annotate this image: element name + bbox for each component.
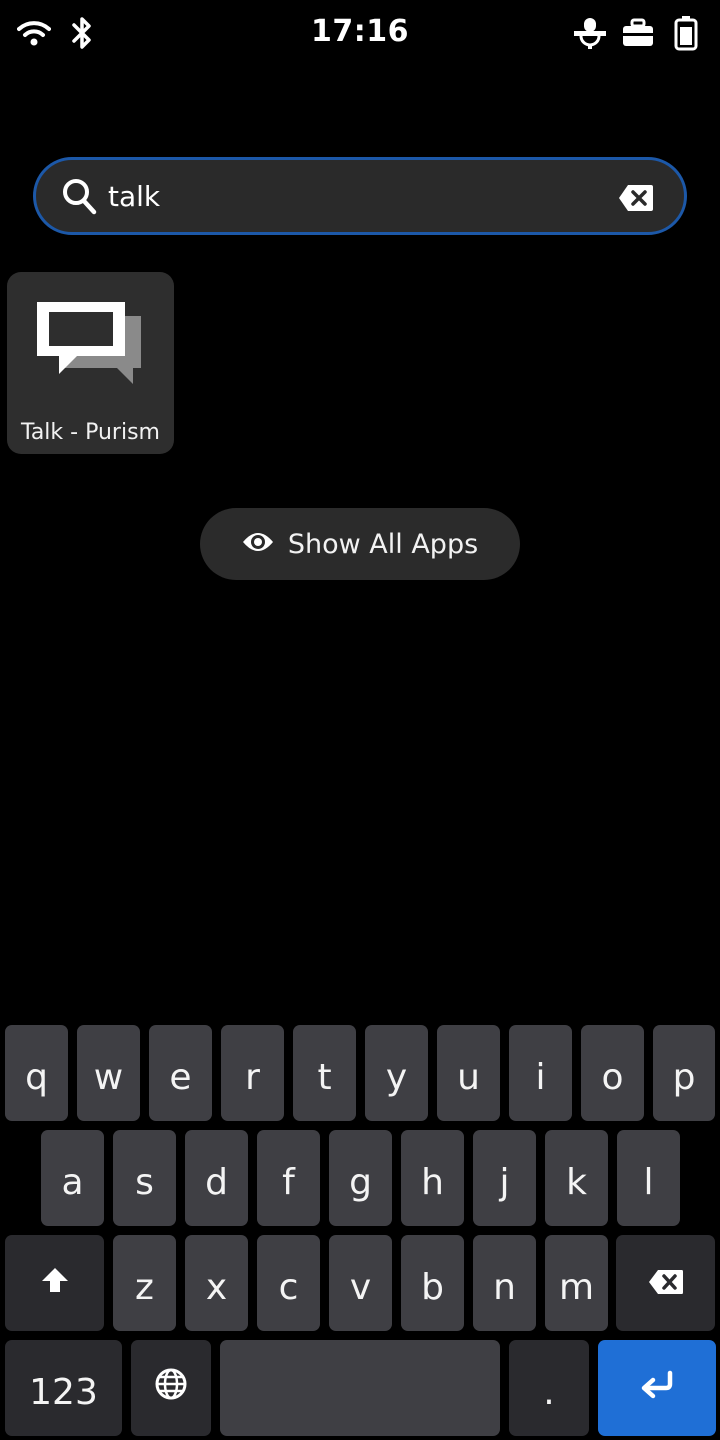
clock: 17:16	[311, 14, 409, 49]
key-c[interactable]: c	[257, 1235, 320, 1331]
key-a[interactable]: a	[41, 1130, 104, 1226]
key-t[interactable]: t	[293, 1025, 356, 1121]
enter-key[interactable]	[598, 1340, 716, 1436]
clear-search-icon[interactable]	[618, 184, 654, 212]
key-d[interactable]: d	[185, 1130, 248, 1226]
key-q[interactable]: q	[5, 1025, 68, 1121]
key-o[interactable]: o	[581, 1025, 644, 1121]
space-key[interactable]	[220, 1340, 500, 1436]
key-y[interactable]: y	[365, 1025, 428, 1121]
key-l[interactable]: l	[617, 1130, 680, 1226]
search-icon	[62, 178, 98, 220]
work-case-icon	[620, 14, 656, 52]
key-g[interactable]: g	[329, 1130, 392, 1226]
backspace-key[interactable]	[616, 1235, 715, 1331]
shift-arrow-icon	[40, 1263, 70, 1304]
period-key[interactable]: .	[509, 1340, 589, 1436]
key-v[interactable]: v	[329, 1235, 392, 1331]
key-e[interactable]: e	[149, 1025, 212, 1121]
globe-icon	[154, 1367, 188, 1410]
key-p[interactable]: p	[653, 1025, 715, 1121]
key-s[interactable]: s	[113, 1130, 176, 1226]
key-z[interactable]: z	[113, 1235, 176, 1331]
key-f[interactable]: f	[257, 1130, 320, 1226]
shift-key[interactable]	[5, 1235, 104, 1331]
status-bar: 17:16	[0, 0, 720, 68]
key-b[interactable]: b	[401, 1235, 464, 1331]
show-all-apps-label: Show All Apps	[287, 528, 479, 560]
key-x[interactable]: x	[185, 1235, 248, 1331]
key-k[interactable]: k	[545, 1130, 608, 1226]
eye-icon	[242, 529, 274, 559]
key-j[interactable]: j	[473, 1130, 536, 1226]
battery-icon	[672, 14, 700, 52]
app-label: Talk - Purism	[21, 420, 160, 445]
search-bar[interactable]	[33, 157, 687, 235]
app-tile-talk-purism[interactable]: Talk - Purism	[7, 272, 174, 454]
key-r[interactable]: r	[221, 1025, 284, 1121]
language-key[interactable]	[131, 1340, 211, 1436]
key-u[interactable]: u	[437, 1025, 500, 1121]
key-m[interactable]: m	[545, 1235, 608, 1331]
numbers-key[interactable]: 123	[5, 1340, 122, 1436]
microphone-muted-icon	[572, 14, 608, 52]
key-i[interactable]: i	[509, 1025, 572, 1121]
show-all-apps-button[interactable]: Show All Apps	[200, 508, 520, 580]
key-n[interactable]: n	[473, 1235, 536, 1331]
key-w[interactable]: w	[77, 1025, 140, 1121]
on-screen-keyboard: q w e r t y u i o p a s d f g h j k l z …	[0, 1020, 720, 1440]
backspace-icon	[648, 1263, 684, 1304]
search-input[interactable]	[108, 170, 608, 222]
chat-bubbles-icon	[37, 294, 147, 394]
enter-icon	[639, 1368, 675, 1409]
key-h[interactable]: h	[401, 1130, 464, 1226]
